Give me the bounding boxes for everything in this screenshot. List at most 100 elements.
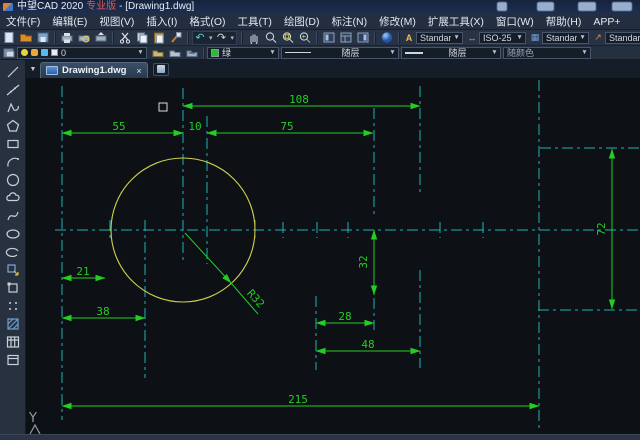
draw-toolbar bbox=[0, 60, 26, 440]
point-tool[interactable] bbox=[4, 298, 22, 314]
chevron-down-icon[interactable]: ▼ bbox=[267, 49, 278, 56]
designcenter-button[interactable] bbox=[337, 31, 354, 45]
layer-states-button[interactable] bbox=[183, 46, 200, 60]
tab-close-icon[interactable]: × bbox=[136, 66, 141, 76]
menu-view[interactable]: 视图(V) bbox=[93, 14, 140, 30]
layer-freeze-sun-icon[interactable] bbox=[31, 49, 38, 56]
plot-preview-button[interactable] bbox=[75, 31, 92, 45]
circle-tool[interactable] bbox=[4, 172, 22, 188]
menu-app-plus[interactable]: APP+ bbox=[587, 14, 626, 30]
table-style-combo[interactable]: Standard ▼ bbox=[542, 32, 589, 44]
dim-108-text: 108 bbox=[289, 93, 309, 106]
layer-lock-icon[interactable] bbox=[41, 49, 48, 56]
maximize-button[interactable] bbox=[578, 2, 596, 11]
cloud-button[interactable] bbox=[378, 31, 395, 45]
chevron-down-icon[interactable]: ▼ bbox=[577, 34, 588, 41]
menu-dimension[interactable]: 标注(N) bbox=[326, 14, 374, 30]
new-drawing-icon bbox=[157, 65, 165, 73]
plot-style-combo[interactable]: 随颜色 ▼ bbox=[503, 47, 591, 59]
close-button[interactable] bbox=[612, 2, 632, 11]
menu-modify[interactable]: 修改(M) bbox=[373, 14, 422, 30]
menu-format[interactable]: 格式(O) bbox=[183, 14, 231, 30]
lineweight-combo[interactable]: 随层 ▼ bbox=[401, 47, 501, 59]
model-space-canvas[interactable]: 108 55 10 75 21 38 28 48 215 32 72 R32 Y bbox=[26, 78, 640, 434]
menu-file[interactable]: 文件(F) bbox=[0, 14, 46, 30]
menu-help[interactable]: 帮助(H) bbox=[540, 14, 588, 30]
chevron-down-icon[interactable]: ▼ bbox=[451, 34, 462, 41]
cursor-pickbox[interactable] bbox=[159, 103, 167, 111]
region-tool[interactable] bbox=[4, 352, 22, 368]
mleader-style-combo[interactable]: Standard ▼ bbox=[605, 32, 640, 44]
cut-button[interactable] bbox=[116, 31, 133, 45]
copy-button[interactable] bbox=[133, 31, 150, 45]
dim-215-text: 215 bbox=[288, 393, 308, 406]
text-style-combo[interactable]: Standard ▼ bbox=[416, 32, 463, 44]
spline-tool[interactable] bbox=[4, 208, 22, 224]
properties-palette-button[interactable] bbox=[320, 31, 337, 45]
window-button-blur-1[interactable] bbox=[497, 2, 507, 11]
ellipse-tool[interactable] bbox=[4, 226, 22, 242]
insert-block-tool[interactable] bbox=[4, 262, 22, 278]
make-block-tool[interactable] bbox=[4, 280, 22, 296]
new-drawing-tab-button[interactable] bbox=[153, 63, 169, 76]
menu-edit[interactable]: 编辑(E) bbox=[46, 14, 93, 30]
dimension-texts: 108 55 10 75 21 38 28 48 215 32 72 R32 bbox=[76, 93, 608, 406]
open-file-button[interactable] bbox=[17, 31, 34, 45]
layer-previous-button[interactable] bbox=[166, 46, 183, 60]
tab-drawing1[interactable]: Drawing1.dwg × bbox=[40, 62, 148, 78]
undo-dropdown-arrow[interactable]: ▾ bbox=[207, 34, 215, 42]
redo-button[interactable]: ↷ bbox=[215, 31, 229, 45]
zoom-previous-button[interactable] bbox=[296, 31, 313, 45]
color-combo[interactable]: 绿 ▼ bbox=[207, 47, 279, 59]
tab-list-dropdown[interactable]: ▼ bbox=[26, 66, 40, 73]
ellipse-arc-tool[interactable] bbox=[4, 244, 22, 260]
rectangle-tool[interactable] bbox=[4, 136, 22, 152]
menu-tools[interactable]: 工具(T) bbox=[232, 14, 278, 30]
save-button[interactable] bbox=[34, 31, 51, 45]
title-bar[interactable]: 中望CAD 2020 专业版 - [Drawing1.dwg] bbox=[0, 0, 640, 14]
polygon-tool[interactable] bbox=[4, 118, 22, 134]
dim-style-combo[interactable]: ISO-25 ▼ bbox=[479, 32, 526, 44]
layer-on-bulb-icon[interactable] bbox=[21, 49, 28, 56]
layer-manager-button[interactable] bbox=[0, 46, 17, 60]
chevron-down-icon[interactable]: ▼ bbox=[387, 49, 398, 56]
paste-button[interactable] bbox=[150, 31, 167, 45]
toolbar-separator bbox=[54, 32, 55, 44]
chevron-down-icon[interactable]: ▼ bbox=[514, 34, 525, 41]
menu-window[interactable]: 窗口(W) bbox=[490, 14, 540, 30]
dim-style-icon: ↔ bbox=[465, 33, 479, 43]
plot-button[interactable] bbox=[58, 31, 75, 45]
menu-express-tools[interactable]: 扩展工具(X) bbox=[422, 14, 490, 30]
menu-draw[interactable]: 绘图(D) bbox=[278, 14, 326, 30]
ucs-icon: Y bbox=[28, 411, 40, 434]
chevron-down-icon[interactable]: ▼ bbox=[579, 49, 590, 56]
redo-dropdown-arrow[interactable]: ▾ bbox=[229, 34, 237, 42]
new-file-button[interactable] bbox=[0, 31, 17, 45]
chevron-down-icon[interactable]: ▼ bbox=[135, 49, 146, 56]
xline-tool[interactable] bbox=[4, 82, 22, 98]
zoom-realtime-button[interactable] bbox=[262, 31, 279, 45]
polyline-tool[interactable] bbox=[4, 100, 22, 116]
match-properties-button[interactable] bbox=[167, 31, 184, 45]
publish-button[interactable] bbox=[92, 31, 109, 45]
linetype-combo[interactable]: 随层 ▼ bbox=[281, 47, 399, 59]
undo-button[interactable]: ↶ bbox=[193, 31, 207, 45]
dim-10-text: 10 bbox=[188, 120, 201, 133]
zoom-window-button[interactable] bbox=[279, 31, 296, 45]
tool-palettes-button[interactable] bbox=[354, 31, 371, 45]
hatch-tool[interactable] bbox=[4, 316, 22, 332]
text-style-value: Standard bbox=[417, 33, 451, 43]
arc-tool[interactable] bbox=[4, 154, 22, 170]
layer-color-swatch[interactable] bbox=[51, 49, 58, 56]
chevron-down-icon[interactable]: ▼ bbox=[489, 49, 500, 56]
designcenter-panel-icon bbox=[339, 31, 353, 44]
menu-insert[interactable]: 插入(I) bbox=[140, 14, 183, 30]
revcloud-tool[interactable] bbox=[4, 190, 22, 206]
minimize-button[interactable] bbox=[537, 2, 554, 11]
make-layer-current-button[interactable] bbox=[149, 46, 166, 60]
table-tool[interactable] bbox=[4, 334, 22, 350]
pan-button[interactable] bbox=[245, 31, 262, 45]
layer-combo[interactable]: 0 ▼ bbox=[17, 47, 147, 59]
line-tool[interactable] bbox=[4, 64, 22, 80]
window-title-app: 中望CAD 2020 bbox=[17, 0, 83, 14]
